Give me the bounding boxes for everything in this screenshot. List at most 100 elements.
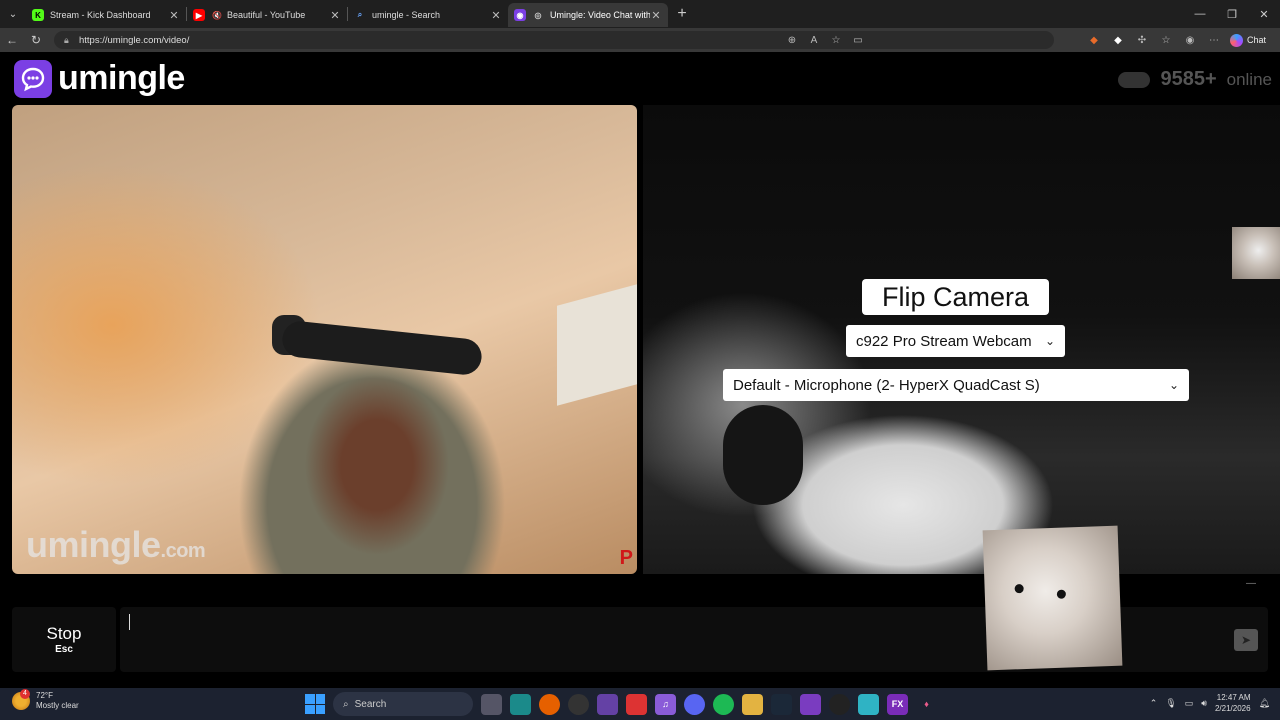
copilot-icon [1229,33,1243,47]
tab-actions-menu-button[interactable]: ⌄ [0,0,26,28]
tab-umingle-search[interactable]: ⌕ umingle - Search ✕ [348,3,508,27]
camera-in-use-icon[interactable]: ▭ [850,32,866,48]
search-icon: ⌕ [343,698,349,710]
tab-title: Stream - Kick Dashboard [50,10,151,20]
back-icon[interactable]: ← [0,33,24,47]
twitch-icon[interactable] [597,693,618,715]
online-count: 9585+ [1160,68,1217,90]
notifications-bell-icon[interactable]: 🔔︎ [1259,698,1270,709]
tab-kick-dashboard[interactable]: K Stream - Kick Dashboard ✕ [26,3,186,27]
report-flag-icon[interactable]: P [620,547,633,570]
favorite-star-icon[interactable]: ☆ [828,32,844,48]
address-bar[interactable]: 🔒︎ https://umingle.com/video/ [54,31,1054,49]
youtube-icon: ▶ [193,9,205,21]
network-icon[interactable]: ▭ [1185,698,1194,709]
notification-badge: 4 [20,689,30,699]
air-conditioner [557,284,637,406]
weather-temperature: 72°F [36,691,53,700]
moon-icon: 4 [12,689,30,710]
zoom-icon[interactable]: ⊕ [784,32,800,48]
chevron-down-icon: ⌄ [1044,334,1055,348]
refresh-icon[interactable]: ↻ [24,33,48,47]
file-explorer-icon[interactable] [742,693,763,715]
stop-button[interactable]: Stop Esc [12,607,116,672]
umingle-logo[interactable]: umingle [14,59,185,98]
tab-title: Umingle: Video Chat with Stra [550,10,650,20]
windows-start-icon[interactable] [305,694,325,714]
online-indicator: 9585+ online [1118,68,1272,91]
search-icon: ⌕ [357,10,363,19]
recording-icon: ◎ [534,10,542,20]
copilot-chat-button[interactable]: Chat [1224,31,1272,49]
task-view-icon[interactable] [481,693,502,715]
hamster-eye [1056,589,1067,599]
lock-icon[interactable]: 🔒︎ [64,35,74,46]
hamster-overlay-large [982,525,1123,671]
hamster-eye [1014,584,1024,594]
camera-select[interactable]: c922 Pro Stream Webcam ⌄ [846,325,1065,357]
discord-icon[interactable] [684,693,705,715]
tab-youtube[interactable]: ▶ 🔇 Beautiful - YouTube ✕ [187,3,347,27]
chevron-up-icon[interactable]: ⌃ [1150,698,1158,709]
media-icon[interactable] [626,693,647,715]
headphones [723,405,803,505]
extension-icon[interactable]: ◆ [1086,32,1102,48]
taskbar-apps: ⌕ Search ♫ FX ♦ [305,692,937,716]
restore-icon[interactable]: ❐ [1216,0,1248,28]
profile-avatar-icon[interactable]: ◉ [1182,32,1198,48]
extensions-puzzle-icon[interactable]: ✣ [1134,32,1150,48]
headband [280,319,484,377]
close-window-icon[interactable]: ✕ [1248,0,1280,28]
app-icon[interactable] [800,693,821,715]
weather-description: Mostly clear [36,701,79,710]
logo-text: umingle [58,59,185,97]
chat-label: Chat [1246,35,1266,45]
stop-shortcut-key: Esc [55,644,73,655]
app-icon[interactable] [858,693,879,715]
firefox-icon[interactable] [539,693,560,715]
camera-select-value: c922 Pro Stream Webcam [856,332,1032,350]
edge-icon[interactable] [510,693,531,715]
favorites-icon[interactable]: ☆ [1158,32,1174,48]
more-menu-icon[interactable]: ⋯ [1206,32,1222,48]
tab-title: Beautiful - YouTube [227,10,306,20]
close-tab-icon[interactable]: ✕ [329,9,341,22]
close-tab-icon[interactable]: ✕ [490,9,502,22]
hamster-overlay-small [1232,227,1280,279]
weather-widget[interactable]: 4 72°F Mostly clear [12,689,79,711]
minimize-icon[interactable]: — [1184,0,1216,28]
collapse-icon[interactable]: — [1246,578,1256,589]
close-tab-icon[interactable]: ✕ [650,9,662,22]
fx-icon[interactable]: FX [887,693,908,715]
new-tab-button[interactable]: + [668,5,696,23]
kick-icon: K [32,9,44,21]
windows-taskbar: 4 72°F Mostly clear ⌕ Search ♫ FX ♦ ⌃ 🎙︎… [0,688,1280,720]
system-tray: ⌃ 🎙︎ ▭ 🔊︎ 12:47 AM 2/21/2026 🔔︎ [1150,692,1270,714]
taskbar-search[interactable]: ⌕ Search [333,692,473,716]
muted-speaker-icon[interactable]: 🔇 [211,9,223,21]
online-label: online [1226,69,1272,89]
self-video: Flip Camera c922 Pro Stream Webcam ⌄ Def… [643,105,1280,574]
itunes-icon[interactable]: ♫ [655,693,676,715]
watermark-text: umingle [26,524,161,565]
send-icon[interactable]: ➤ [1234,629,1258,651]
text-caret [129,614,130,630]
microphone-icon[interactable]: 🎙︎ [1165,698,1176,709]
app-icon[interactable]: ♦ [916,694,937,715]
spotify-icon[interactable] [713,693,734,715]
read-aloud-icon[interactable]: A [806,32,822,48]
clock[interactable]: 12:47 AM 2/21/2026 [1215,692,1251,714]
microphone-select[interactable]: Default - Microphone (2- HyperX QuadCast… [723,369,1189,401]
clock-date: 2/21/2026 [1214,704,1251,713]
steam-icon[interactable] [771,693,792,715]
app-icon[interactable] [829,693,850,715]
volume-icon[interactable]: 🔊︎ [1201,698,1207,709]
flip-camera-button[interactable]: Flip Camera [862,279,1049,315]
obs-icon[interactable] [568,693,589,715]
extension-icons: ◆ ◆ ✣ ☆ ◉ ⋯ [1086,32,1222,48]
extension-icon[interactable]: ◆ [1110,32,1126,48]
theme-toggle[interactable] [1118,71,1151,88]
tab-umingle-video-chat[interactable]: ◉ ◎ Umingle: Video Chat with Stra ✕ [508,3,668,27]
stranger-video: umingle.com P [12,105,637,574]
close-tab-icon[interactable]: ✕ [168,9,180,22]
